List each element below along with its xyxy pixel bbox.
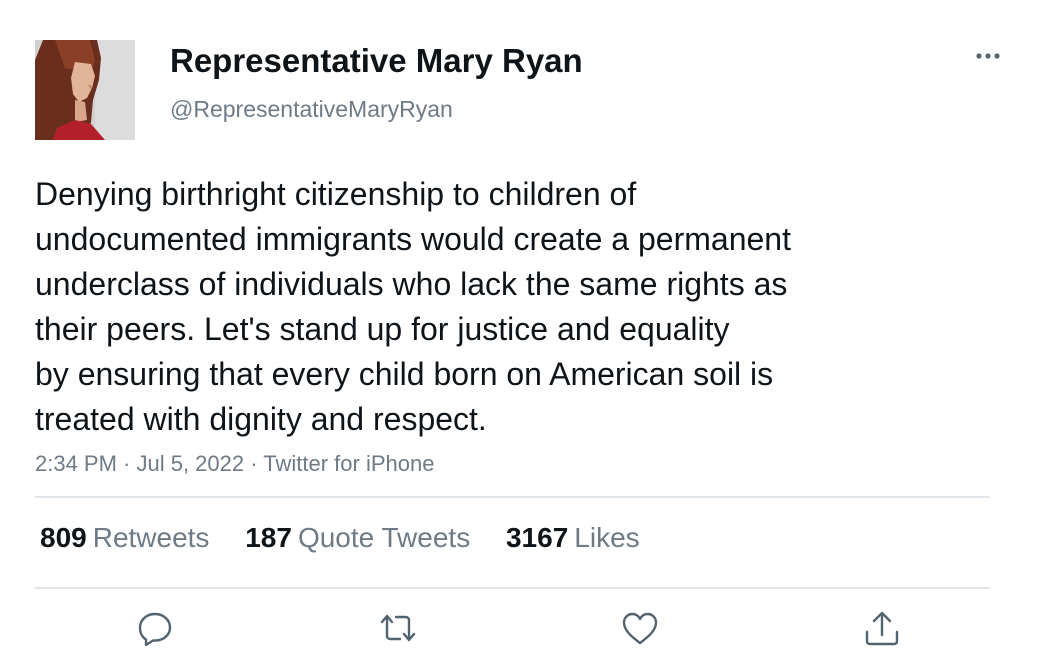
likes-label: Likes [574,522,640,553]
tweet-text-line: their peers. Let's stand up for justice … [35,311,730,347]
engagement-stats: 809 Retweets 187 Quote Tweets 3167 Likes [40,522,668,554]
reply-button[interactable] [135,608,175,648]
tweet-card: Representative Mary Ryan @Representative… [0,0,1050,660]
tweet-timestamp[interactable]: 2:34 PM · Jul 5, 2022 · Twitter for iPho… [35,451,434,477]
quote-tweets-label: Quote Tweets [297,522,471,553]
share-icon [865,611,899,646]
tweet-text-line: by ensuring that every child born on Ame… [35,356,774,392]
more-horizontal-icon [976,53,1000,59]
retweets-stat[interactable]: 809 Retweets [40,522,209,554]
tweet-text-line: Denying birthright citizenship to childr… [35,176,637,212]
retweet-icon [380,614,416,642]
more-options-button[interactable] [968,40,1008,72]
user-handle[interactable]: @RepresentativeMaryRyan [170,96,453,123]
tweet-text: Denying birthright citizenship to childr… [35,172,915,442]
retweets-label: Retweets [92,522,210,553]
likes-stat[interactable]: 3167 Likes [506,522,640,554]
tweet-text-line: underclass of individuals who lack the s… [35,266,788,302]
quote-tweets-stat[interactable]: 187 Quote Tweets [245,522,470,554]
share-button[interactable] [862,608,902,648]
heart-icon [622,612,658,645]
avatar[interactable] [35,40,135,140]
like-button[interactable] [620,608,660,648]
display-name[interactable]: Representative Mary Ryan [170,42,583,80]
retweet-button[interactable] [378,608,418,648]
reply-icon [138,612,172,647]
tweet-text-line: undocumented immigrants would create a p… [35,221,791,257]
divider [35,587,990,589]
divider [35,496,990,498]
tweet-text-line: treated with dignity and respect. [35,401,487,437]
retweets-count: 809 [40,522,87,553]
quote-tweets-count: 187 [245,522,292,553]
avatar-image [35,40,135,140]
likes-count: 3167 [505,522,569,553]
